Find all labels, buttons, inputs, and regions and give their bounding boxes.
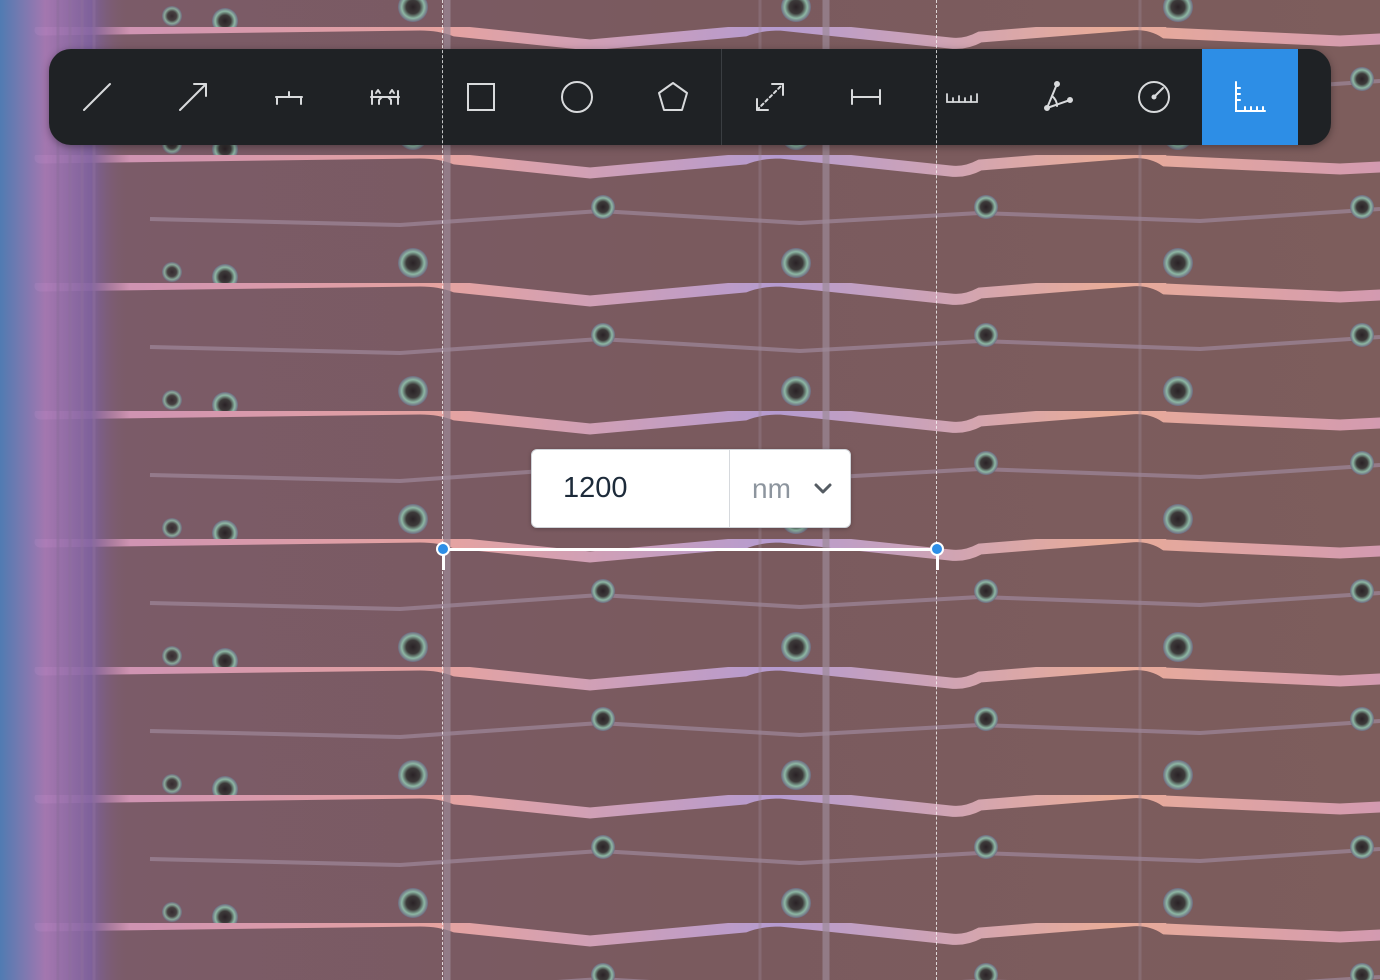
circle-icon [561,81,593,113]
horizontal-distance-tool-button[interactable] [818,49,914,145]
right-guide-line [936,0,937,980]
rectangle-icon [467,83,495,111]
image-canvas[interactable]: nm [0,0,1380,980]
left-guide-line [442,0,443,980]
scale-calibration-icon [1235,81,1266,112]
calibration-value-input[interactable] [532,450,730,527]
unit-label: nm [752,472,791,504]
arrow-tool-button[interactable] [145,49,241,145]
draw-tools-group [49,49,721,145]
ruler-tool-button[interactable] [914,49,1010,145]
horizontal-distance-icon [851,89,881,105]
calibration-line[interactable] [443,548,937,551]
scale-calibration-tool-button[interactable] [1202,49,1298,145]
chevron-down-icon [814,483,832,493]
line-tool-button[interactable] [49,49,145,145]
diagonal-distance-tool-button[interactable] [722,49,818,145]
radius-icon [1138,81,1170,113]
calibration-start-handle[interactable] [436,542,450,556]
diagonal-distance-icon [756,83,784,111]
caliper-icon [275,91,303,105]
double-caliper-tool-button[interactable] [337,49,433,145]
polygon-tool-button[interactable] [625,49,721,145]
angle-icon [1044,81,1073,111]
caliper-tool-button[interactable] [241,49,337,145]
measure-tools-group [722,49,1298,145]
unit-dropdown[interactable]: nm [730,450,850,527]
double-caliper-icon [370,89,400,105]
calibration-end-handle[interactable] [930,542,944,556]
rectangle-tool-button[interactable] [433,49,529,145]
line-icon [83,83,111,111]
ruler-icon [946,93,978,103]
radius-tool-button[interactable] [1106,49,1202,145]
arrow-icon [179,83,207,111]
annotation-toolbar [49,49,1331,145]
angle-tool-button[interactable] [1010,49,1106,145]
circle-tool-button[interactable] [529,49,625,145]
calibration-value-box: nm [531,449,851,528]
polygon-icon [658,82,688,111]
